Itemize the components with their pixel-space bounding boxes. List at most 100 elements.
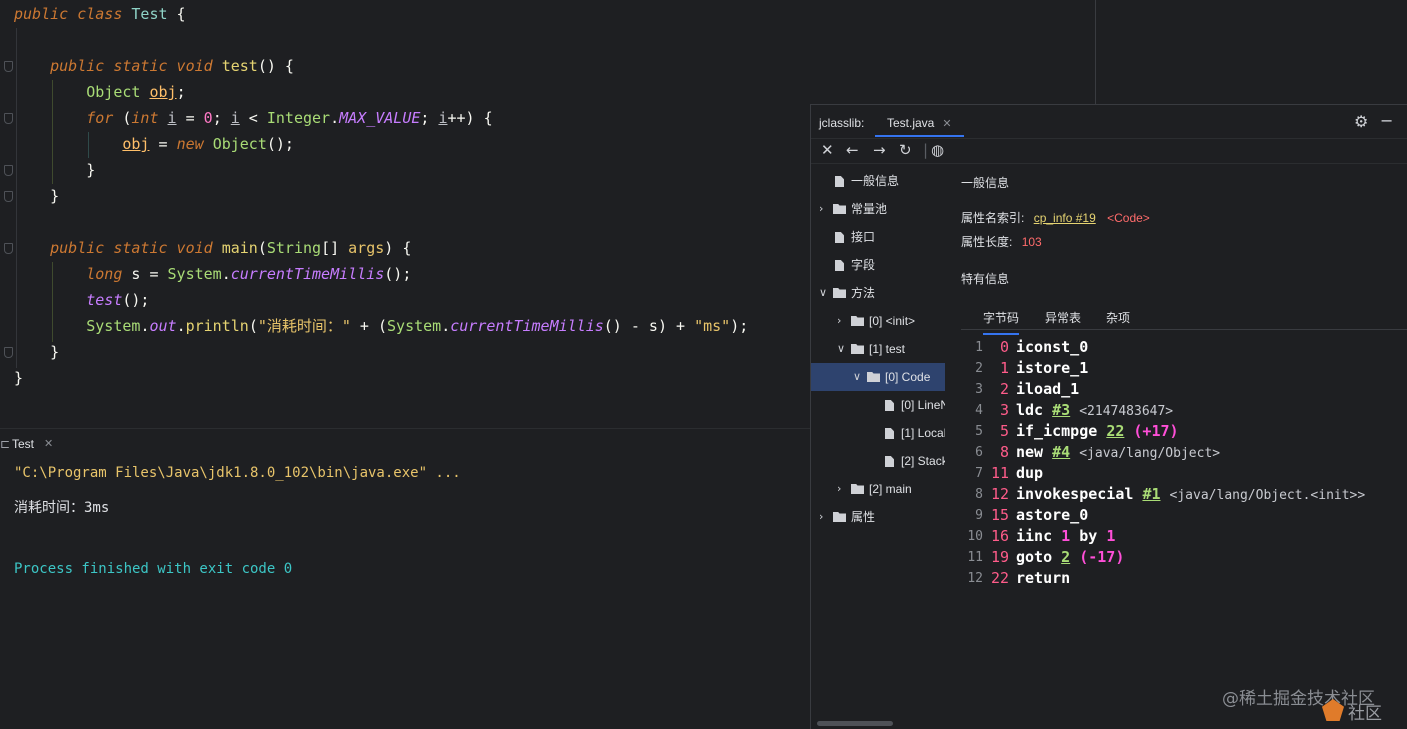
bytecode-row[interactable]: 11 19 goto 2 (-17) [961, 547, 1407, 568]
general-info-heading: 一般信息 [961, 176, 1010, 190]
bytecode-instruction: ldc #3 <2147483647> [1016, 400, 1173, 422]
bytecode-line-number: 9 [975, 508, 983, 523]
code-token: public static void [50, 57, 222, 75]
bytecode-row[interactable]: 1 0 iconst_0 [961, 337, 1407, 358]
fold-marker-icon[interactable] [4, 191, 13, 202]
bytecode-instruction: goto 2 (-17) [1016, 547, 1124, 568]
fold-marker-icon[interactable] [4, 243, 13, 254]
jclasslib-tool-window[interactable]: jclasslib: Test.java ✕ ⚙ − ✕ ← → ↻ | ◍ 一般… [810, 104, 1407, 729]
chevron-down-icon[interactable]: ∨ [853, 363, 861, 391]
code-token: . [441, 317, 451, 335]
minimize-icon[interactable]: − [1380, 111, 1393, 130]
code-line[interactable]: System.out.println("消耗时间：" + (System.cur… [14, 313, 748, 339]
operand-link[interactable]: #3 [1052, 401, 1070, 419]
globe-icon[interactable]: ◍ [931, 141, 944, 159]
tab-bytecode[interactable]: 字节码 [983, 309, 1020, 335]
jclasslib-title: jclasslib: [819, 116, 865, 130]
file-tab[interactable]: Test.java ✕ [875, 110, 964, 137]
opcode: iconst_0 [1016, 338, 1089, 356]
tree-item[interactable]: › [0] <init> [811, 307, 945, 335]
bytecode-line-number: 6 [975, 445, 983, 460]
forward-arrow-icon[interactable]: → [873, 141, 886, 159]
code-token: String [266, 239, 322, 257]
run-tool-window[interactable]: ⊏ Test ✕ "C:\Program Files\Java\jdk1.8.0… [0, 428, 810, 729]
code-line[interactable]: } [14, 183, 59, 209]
code-line[interactable]: long s = System.currentTimeMillis(); [14, 261, 411, 287]
code-token: test [221, 57, 258, 75]
tree-item[interactable]: › 属性 [811, 503, 945, 531]
bytecode-offset: 1 [999, 359, 1009, 377]
code-line[interactable]: test(); [14, 287, 149, 313]
bytecode-row[interactable]: 3 2 iload_1 [961, 379, 1407, 400]
code-line[interactable]: } [14, 365, 23, 391]
bytecode-row[interactable]: 10 16 iinc 1 by 1 [961, 526, 1407, 547]
bytecode-row[interactable]: 2 1 istore_1 [961, 358, 1407, 379]
watermark-text-2: 社区 [1348, 704, 1382, 724]
tree-item[interactable]: [0] LineNumberTable [811, 391, 945, 419]
chevron-right-icon[interactable]: › [837, 307, 841, 335]
tree-item[interactable]: 接口 [811, 223, 945, 251]
bytecode-row[interactable]: 6 8 new #4 <java/lang/Object> [961, 442, 1407, 463]
tab-exception-table[interactable]: 异常表 [1045, 309, 1081, 326]
code-token: System [167, 265, 222, 283]
operand-link[interactable]: #1 [1142, 485, 1160, 503]
code-line[interactable]: Object obj; [14, 79, 185, 105]
class-structure-tree[interactable]: 一般信息 › 常量池 接口 字段 ∨ 方法 › [0] <init> ∨ [1] test ∨ [0] … [811, 167, 945, 722]
code-line[interactable]: } [14, 339, 59, 365]
operand-link[interactable]: 2 [1061, 548, 1070, 566]
back-arrow-icon[interactable]: ← [846, 141, 859, 159]
fold-marker-icon[interactable] [4, 347, 13, 358]
gear-icon[interactable]: ⚙ [1354, 112, 1368, 132]
tree-item[interactable]: 字段 [811, 251, 945, 279]
bytecode-row[interactable]: 9 15 astore_0 [961, 505, 1407, 526]
tree-item-label: [1] LocalVariableTable [901, 426, 945, 440]
bytecode-row[interactable]: 8 12 invokespecial #1 <java/lang/Object.<i… [961, 484, 1407, 505]
operand: 1 [1061, 527, 1071, 545]
refresh-icon[interactable]: ↻ [899, 141, 912, 159]
tree-item[interactable]: [2] StackMapTable [811, 447, 945, 475]
close-icon[interactable]: ✕ [942, 118, 951, 130]
code-token: public class [14, 5, 132, 23]
code-line[interactable]: public static void main(String[] args) { [14, 235, 411, 261]
bytecode-row[interactable]: 5 5 if_icmpge 22 (+17) [961, 421, 1407, 442]
operand-link[interactable]: #4 [1052, 443, 1070, 461]
code-line[interactable]: for (int i = 0; i < Integer.MAX_VALUE; i… [14, 105, 493, 131]
code-token: . [176, 317, 186, 335]
bytecode-instruction: astore_0 [1016, 505, 1088, 526]
tree-item[interactable]: ∨ [0] Code [811, 363, 945, 391]
code-line[interactable]: public static void test() { [14, 53, 294, 79]
operand-link[interactable]: 22 [1106, 422, 1124, 440]
tab-misc[interactable]: 杂项 [1106, 309, 1130, 326]
tree-item[interactable]: ∨ 方法 [811, 279, 945, 307]
tree-item[interactable]: [1] LocalVariableTable [811, 419, 945, 447]
bytecode-row[interactable]: 7 11 dup [961, 463, 1407, 484]
chevron-down-icon[interactable]: ∨ [837, 335, 845, 363]
opcode: return [1016, 569, 1071, 587]
bytecode-offset: 12 [990, 485, 1009, 503]
chevron-right-icon[interactable]: › [837, 475, 841, 503]
tree-item[interactable]: › 常量池 [811, 195, 945, 223]
tree-item[interactable]: › [2] main [811, 475, 945, 503]
chevron-right-icon[interactable]: › [819, 503, 823, 531]
tree-item[interactable]: ∨ [1] test [811, 335, 945, 363]
code-token: ++) { [447, 109, 493, 127]
close-icon[interactable]: ✕ [44, 437, 53, 450]
code-line[interactable]: obj = new Object(); [14, 131, 294, 157]
fold-marker-icon[interactable] [4, 113, 13, 124]
opcode: iinc [1016, 527, 1053, 545]
fold-marker-icon[interactable] [4, 165, 13, 176]
bytecode-row[interactable]: 4 3 ldc #3 <2147483647> [961, 400, 1407, 421]
chevron-right-icon[interactable]: › [819, 195, 823, 223]
horizontal-scrollbar[interactable] [817, 721, 893, 726]
code-line[interactable]: } [14, 157, 95, 183]
close-icon[interactable]: ✕ [821, 141, 834, 159]
tree-item[interactable]: 一般信息 [811, 167, 945, 195]
fold-marker-icon[interactable] [4, 61, 13, 72]
cp-info-link[interactable]: cp_info #19 [1034, 211, 1096, 225]
bytecode-row[interactable]: 12 22 return [961, 568, 1407, 589]
bytecode-line-number: 10 [967, 529, 983, 544]
code-line[interactable]: public class Test { [14, 1, 186, 27]
chevron-down-icon[interactable]: ∨ [819, 279, 827, 307]
detail-pane: 一般信息 属性名索引: cp_info #19 <Code> 属性长度: 103… [961, 167, 1407, 722]
